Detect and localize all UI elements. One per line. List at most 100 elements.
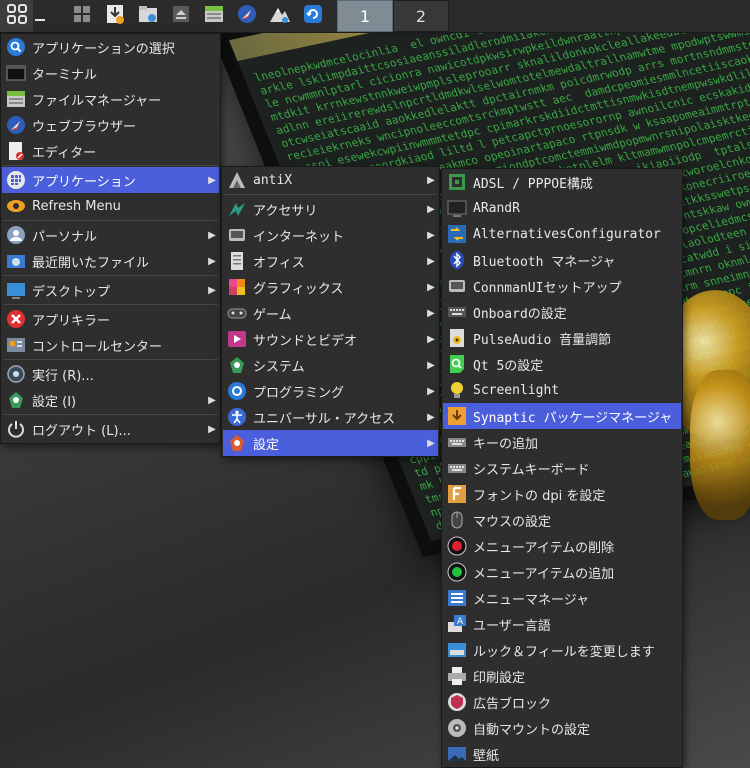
installer-icon — [104, 3, 126, 29]
file-browser-launcher-button[interactable] — [197, 0, 230, 32]
menu-item-menu-manager[interactable]: メニューマネージャ — [443, 585, 681, 611]
menu-item-label: 自動マウントの設定 — [473, 722, 591, 738]
menu-item-adsl[interactable]: ADSL / PPPOE構成 — [443, 169, 681, 195]
svg-text:A: A — [457, 617, 464, 627]
menu-item-label: 最近開いたファイル — [32, 255, 150, 271]
menu-item-automount[interactable]: 自動マウントの設定 — [443, 715, 681, 741]
menu-item-label: エディター — [32, 145, 97, 161]
menu-item-refresh-menu[interactable]: Refresh Menu — [2, 193, 219, 219]
settings-submenu: ADSL / PPPOE構成 ARandR AlternativesConfig… — [441, 168, 683, 768]
menu-item-programming[interactable]: プログラミング ▶ — [223, 378, 438, 404]
ad-block-icon — [447, 692, 467, 712]
menu-item-label: antiX — [253, 172, 293, 188]
menu-item-logout[interactable]: ログアウト (L)... ▶ — [2, 416, 219, 442]
minimize-icon — [32, 3, 54, 29]
menu-item-settings-category[interactable]: 設定 ▶ — [223, 430, 438, 456]
menu-item-antix[interactable]: antiX ▶ — [223, 167, 438, 193]
terminal-icon — [6, 63, 26, 83]
menu-item-onboard[interactable]: Onboardの設定 — [443, 299, 681, 325]
menu-item-remove-menu-item[interactable]: メニューアイテムの削除 — [443, 533, 681, 559]
menu-item-print-settings[interactable]: 印刷設定 — [443, 663, 681, 689]
menu-item-applications[interactable]: アプリケーション ▶ — [2, 167, 219, 193]
file-browser-icon — [203, 3, 225, 29]
volume-manager-launcher-button[interactable] — [263, 0, 296, 32]
menu-item-accessibility[interactable]: ユニバーサル・アクセス ▶ — [223, 404, 438, 430]
web-browser-icon — [6, 115, 26, 135]
menu-item-web-browser[interactable]: ウェブブラウザー — [2, 112, 219, 138]
workspace-2-button[interactable]: 2 — [393, 0, 449, 32]
refresh-menu-icon — [6, 196, 26, 216]
menu-item-label: メニューアイテムの追加 — [473, 566, 615, 582]
menu-item-ad-block[interactable]: 広告ブロック — [443, 689, 681, 715]
office-icon — [227, 251, 247, 271]
menu-item-wallpaper[interactable]: 壁紙 — [443, 741, 681, 767]
menu-item-control-center[interactable]: コントロールセンター — [2, 332, 219, 358]
menu-item-pulseaudio[interactable]: PulseAudio 音量調節 — [443, 325, 681, 351]
installer-launcher-button[interactable] — [98, 0, 131, 32]
menu-item-system[interactable]: システム ▶ — [223, 352, 438, 378]
menu-item-app-killer[interactable]: アプリキラー — [2, 306, 219, 332]
workspace-1-button[interactable]: 1 — [337, 0, 393, 32]
show-desktop-button[interactable] — [65, 0, 98, 32]
menu-item-graphics[interactable]: グラフィックス ▶ — [223, 274, 438, 300]
submenu-arrow-icon: ▶ — [427, 229, 435, 241]
menu-item-label: ログアウト (L)... — [32, 423, 131, 439]
menu-item-internet[interactable]: インターネット ▶ — [223, 222, 438, 248]
editor-icon — [6, 141, 26, 161]
menu-item-editor[interactable]: エディター — [2, 138, 219, 164]
menu-item-desktop[interactable]: デスクトップ ▶ — [2, 277, 219, 303]
start-menu-icon — [6, 3, 28, 29]
menu-item-look-feel[interactable]: ルック＆フィールを変更します — [443, 637, 681, 663]
settings-icon — [6, 390, 26, 410]
connman-icon — [447, 276, 467, 296]
menu-item-system-keyboard[interactable]: システムキーボード — [443, 455, 681, 481]
keyboard-add-icon — [447, 432, 467, 452]
desktop-icon — [6, 280, 26, 300]
menu-item-user-language[interactable]: A ユーザー言語 — [443, 611, 681, 637]
menu-item-label: PulseAudio 音量調節 — [473, 332, 612, 348]
menu-item-label: ユニバーサル・アクセス — [253, 411, 396, 427]
menu-item-recent-files[interactable]: 最近開いたファイル ▶ — [2, 248, 219, 274]
start-menu-button[interactable] — [0, 0, 33, 32]
settings-category-icon — [227, 433, 247, 453]
updater-launcher-button[interactable] — [296, 0, 329, 32]
menu-item-label: ユーザー言語 — [473, 618, 551, 634]
menu-item-label: ファイルマネージャー — [32, 93, 162, 109]
submenu-arrow-icon: ▶ — [208, 255, 216, 267]
web-browser-launcher-button[interactable] — [230, 0, 263, 32]
menu-item-mouse[interactable]: マウスの設定 — [443, 507, 681, 533]
menu-item-add-key[interactable]: キーの追加 — [443, 429, 681, 455]
menu-item-label: ConnmanUIセットアップ — [473, 280, 622, 296]
menu-item-settings[interactable]: 設定 (I) ▶ — [2, 387, 219, 413]
menu-item-screenlight[interactable]: Screenlight — [443, 377, 681, 403]
menu-item-add-menu-item[interactable]: メニューアイテムの追加 — [443, 559, 681, 585]
menu-item-bluetooth[interactable]: Bluetooth マネージャ — [443, 247, 681, 273]
games-icon — [227, 303, 247, 323]
applications-submenu: antiX ▶ アクセサリ ▶ インターネット ▶ オフィス ▶ グラフィックス… — [221, 166, 440, 457]
menu-item-label: Synaptic パッケージマネージャ — [473, 410, 673, 426]
menu-item-personal[interactable]: パーソナル ▶ — [2, 222, 219, 248]
menu-item-app-finder[interactable]: アプリケーションの選択 — [2, 34, 219, 60]
graphics-icon — [227, 277, 247, 297]
bluetooth-icon — [447, 250, 467, 270]
menu-item-label: ルック＆フィールを変更します — [473, 644, 655, 660]
menu-item-qt5[interactable]: Qt 5の設定 — [443, 351, 681, 377]
menu-item-run[interactable]: 実行 (R)... — [2, 361, 219, 387]
menu-item-alternatives[interactable]: AlternativesConfigurator — [443, 221, 681, 247]
eject-button[interactable] — [164, 0, 197, 32]
synaptic-icon — [447, 406, 467, 426]
minimize-button[interactable] — [33, 0, 53, 32]
menu-item-games[interactable]: ゲーム ▶ — [223, 300, 438, 326]
menu-item-file-manager[interactable]: ファイルマネージャー — [2, 86, 219, 112]
menu-item-arandr[interactable]: ARandR — [443, 195, 681, 221]
menu-item-accessories[interactable]: アクセサリ ▶ — [223, 196, 438, 222]
menu-item-terminal[interactable]: ターミナル — [2, 60, 219, 86]
menu-item-sound-video[interactable]: サウンドとビデオ ▶ — [223, 326, 438, 352]
web-browser-launcher-icon — [236, 3, 258, 29]
submenu-arrow-icon: ▶ — [427, 385, 435, 397]
menu-item-connman[interactable]: ConnmanUIセットアップ — [443, 273, 681, 299]
menu-item-office[interactable]: オフィス ▶ — [223, 248, 438, 274]
menu-item-font-dpi[interactable]: フォントの dpi を設定 — [443, 481, 681, 507]
menu-item-synaptic[interactable]: Synaptic パッケージマネージャ — [443, 403, 681, 429]
file-manager-launcher-button[interactable] — [131, 0, 164, 32]
